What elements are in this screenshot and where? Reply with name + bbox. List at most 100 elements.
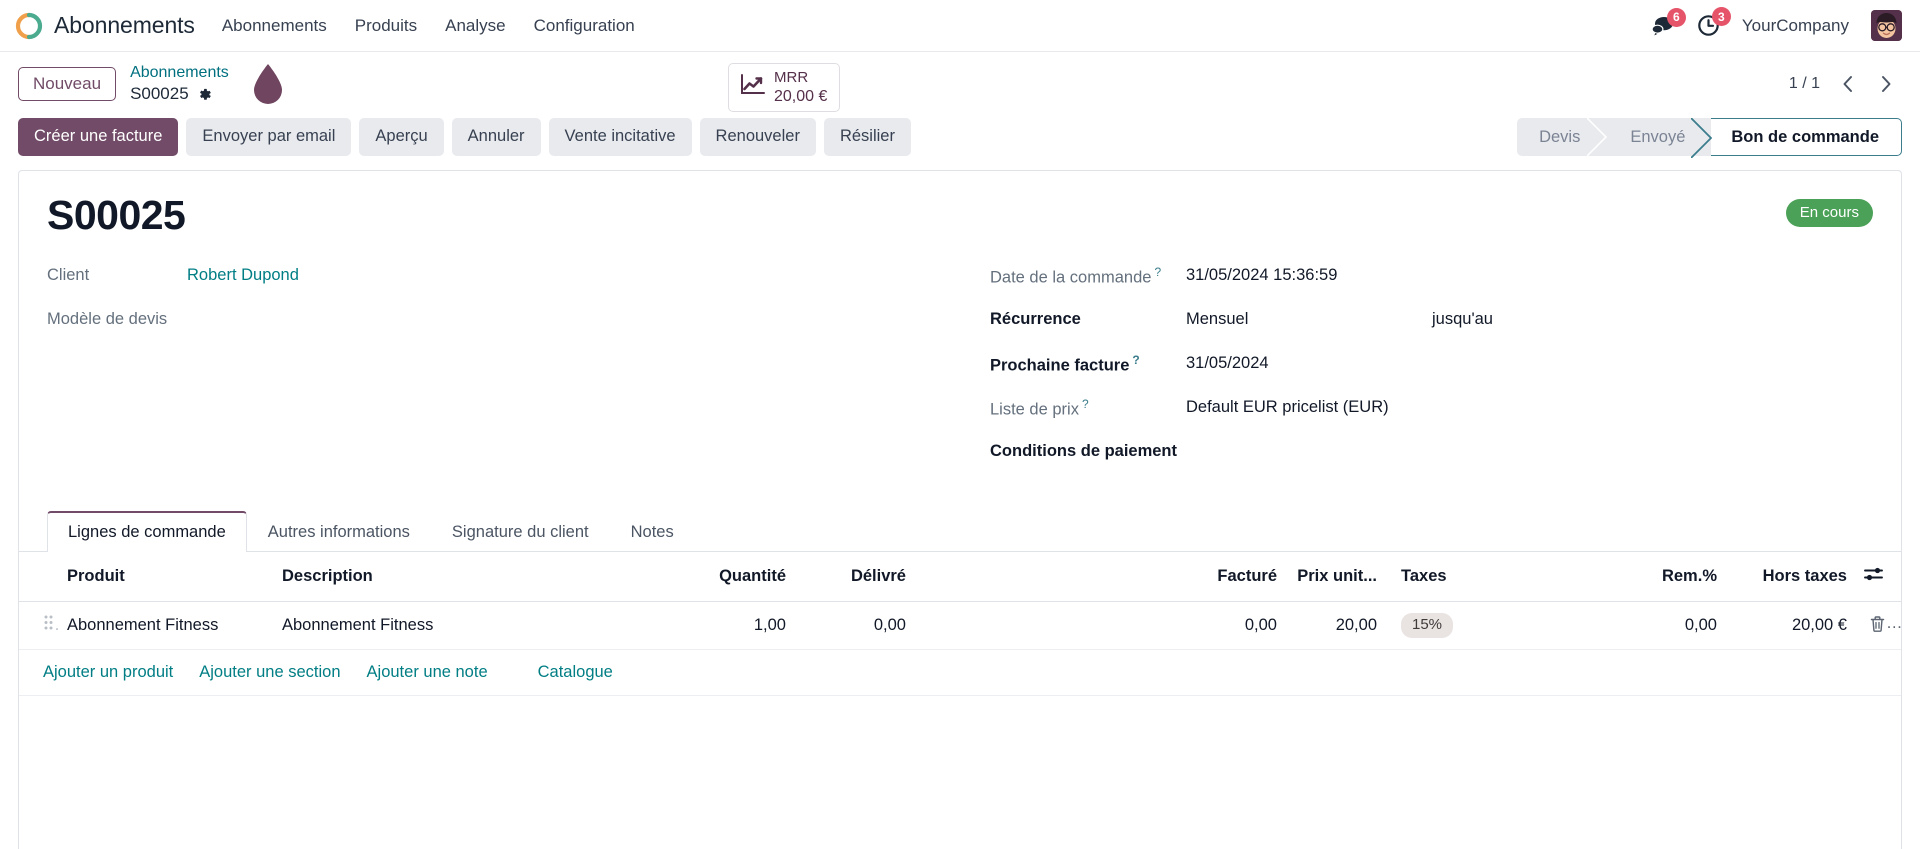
action-button-bar: Créer une facture Envoyer par email Aper… (0, 114, 1920, 170)
add-product-link[interactable]: Ajouter un produit (43, 663, 173, 682)
add-note-link[interactable]: Ajouter une note (367, 663, 488, 682)
gear-icon[interactable] (197, 87, 212, 102)
form-column-left: Client Robert Dupond Modèle de devis (47, 264, 960, 484)
mrr-stat-label: MRR (774, 69, 809, 86)
cell-spacer (914, 601, 1175, 650)
field-quotation-template-label: Modèle de devis (47, 310, 168, 329)
help-icon[interactable]: ? (1154, 265, 1161, 279)
add-line-cell: Ajouter un produit Ajouter une section A… (19, 649, 1901, 696)
field-quotation-template: Modèle de devis (47, 308, 960, 334)
cell-discount[interactable]: 0,00 (1615, 601, 1725, 650)
trash-icon[interactable] (1863, 615, 1886, 636)
cell-unit-price[interactable]: 20,00 (1285, 601, 1385, 650)
catalog-link[interactable]: Catalogue (538, 663, 613, 682)
th-spacer (914, 552, 1175, 603)
cell-quantity[interactable]: 1,00 (674, 601, 794, 650)
status-step-bon-de-commande[interactable]: Bon de commande (1690, 117, 1902, 159)
field-recurrence-value[interactable]: Mensuel (1186, 308, 1432, 330)
breadcrumb-current-row: S00025 (130, 83, 229, 104)
notebook-tabs: Lignes de commande Autres informations S… (19, 510, 1901, 553)
help-icon[interactable]: ? (1132, 353, 1139, 367)
tab-notes[interactable]: Notes (610, 511, 695, 552)
tab-customer-signature[interactable]: Signature du client (431, 511, 610, 552)
drag-handle-icon[interactable] (43, 614, 54, 634)
th-quantity[interactable]: Quantité (674, 552, 794, 603)
status-step-devis[interactable]: Devis (1517, 117, 1608, 157)
menu-item-abonnements[interactable]: Abonnements (221, 12, 328, 40)
user-avatar[interactable] (1871, 10, 1902, 41)
menu-item-analyse[interactable]: Analyse (444, 12, 506, 40)
th-product[interactable]: Produit (59, 552, 274, 603)
field-next-invoice: Prochaine facture? 31/05/2024 (990, 352, 1873, 378)
cancel-button[interactable]: Annuler (451, 118, 541, 156)
app-brand-name[interactable]: Abonnements (54, 12, 195, 39)
field-pricelist-value[interactable]: Default EUR pricelist (EUR) (1186, 396, 1389, 418)
column-options-icon[interactable] (1863, 565, 1884, 583)
th-delivered[interactable]: Délivré (794, 552, 914, 603)
th-subtotal[interactable]: Hors taxes (1725, 552, 1855, 603)
cell-taxes[interactable]: 15% (1385, 601, 1615, 650)
odoo-logo-icon[interactable] (14, 11, 44, 41)
cell-description[interactable]: Abonnement Fitness (274, 601, 674, 650)
form-sheet-background: S00025 En cours Client Robert Dupond Mod… (0, 170, 1920, 849)
tab-order-lines[interactable]: Lignes de commande (47, 511, 247, 553)
new-record-button[interactable]: Nouveau (18, 66, 117, 102)
menu-item-configuration[interactable]: Configuration (533, 12, 636, 40)
field-recurrence: Récurrence Mensuel jusqu'au (990, 308, 1873, 334)
cell-product[interactable]: Abonnement Fitness (59, 601, 274, 650)
tax-badge: 15% (1401, 613, 1454, 638)
droplet-icon[interactable] (251, 62, 285, 106)
activities-badge: 3 (1711, 7, 1731, 26)
breadcrumb-parent-link[interactable]: Abonnements (130, 63, 229, 83)
field-order-date-value[interactable]: 31/05/2024 15:36:59 (1186, 264, 1432, 286)
notebook: Lignes de commande Autres informations S… (19, 510, 1901, 696)
field-next-invoice-value[interactable]: 31/05/2024 (1186, 352, 1432, 374)
th-taxes[interactable]: Taxes (1385, 552, 1615, 603)
send-by-email-button[interactable]: Envoyer par email (186, 118, 352, 156)
preview-button[interactable]: Aperçu (359, 118, 444, 156)
renew-button[interactable]: Renouveler (699, 118, 816, 156)
field-order-date-label: Date de la commande? (990, 265, 1162, 287)
tab-other-info[interactable]: Autres informations (247, 511, 431, 552)
field-recurrence-label: Récurrence (990, 310, 1081, 329)
company-switcher[interactable]: YourCompany (1742, 16, 1849, 36)
th-unit-price[interactable]: Prix unit... (1285, 552, 1385, 603)
field-next-invoice-label: Prochaine facture? (990, 353, 1140, 375)
help-icon[interactable]: ? (1082, 397, 1089, 411)
pager-counter[interactable]: 1 / 1 (1785, 73, 1824, 95)
chevron-left-icon[interactable] (1832, 72, 1863, 96)
order-lines-body: Abonnement Fitness Abonnement Fitness 1,… (19, 601, 1901, 696)
top-navbar: Abonnements Abonnements Produits Analyse… (0, 0, 1920, 52)
status-step-bon-de-commande-label: Bon de commande (1731, 127, 1879, 146)
breadcrumb: Abonnements S00025 (130, 63, 229, 104)
chevron-right-icon[interactable] (1871, 72, 1902, 96)
th-discount[interactable]: Rem.% (1615, 552, 1725, 603)
field-recurrence-until-label: jusqu'au (1432, 310, 1493, 329)
menu-item-produits[interactable]: Produits (354, 12, 418, 40)
upsell-button[interactable]: Vente incitative (548, 118, 692, 156)
th-description[interactable]: Description (274, 552, 674, 603)
cell-invoiced[interactable]: 0,00 (1175, 601, 1285, 650)
add-section-link[interactable]: Ajouter une section (199, 663, 340, 682)
activities-clock-icon[interactable]: 3 (1697, 7, 1731, 37)
churn-button[interactable]: Résilier (823, 118, 911, 156)
field-client-label: Client (47, 266, 90, 285)
status-step-envoye-label: Envoyé (1630, 127, 1686, 146)
control-panel: Nouveau Abonnements S00025 MRR 20,00 € 1… (0, 52, 1920, 114)
th-column-options (1855, 552, 1901, 603)
status-badge: En cours (1785, 199, 1873, 227)
th-invoiced[interactable]: Facturé (1175, 552, 1285, 603)
table-row[interactable]: Abonnement Fitness Abonnement Fitness 1,… (19, 601, 1901, 650)
th-handle (19, 552, 59, 603)
messages-badge: 6 (1666, 7, 1686, 27)
page-title: S00025 (47, 192, 186, 238)
form-sheet: S00025 En cours Client Robert Dupond Mod… (18, 170, 1902, 849)
cell-delivered[interactable]: 0,00 (794, 601, 914, 650)
messages-icon[interactable]: 6 (1651, 7, 1686, 37)
form-fields: Client Robert Dupond Modèle de devis Dat… (47, 264, 1873, 484)
field-payment-terms-value[interactable] (1186, 440, 1432, 441)
table-header-row: Produit Description Quantité Délivré Fac… (19, 552, 1901, 603)
field-client-value[interactable]: Robert Dupond (187, 264, 299, 286)
mrr-stat-button[interactable]: MRR 20,00 € (728, 63, 841, 113)
create-invoice-button[interactable]: Créer une facture (18, 118, 179, 156)
